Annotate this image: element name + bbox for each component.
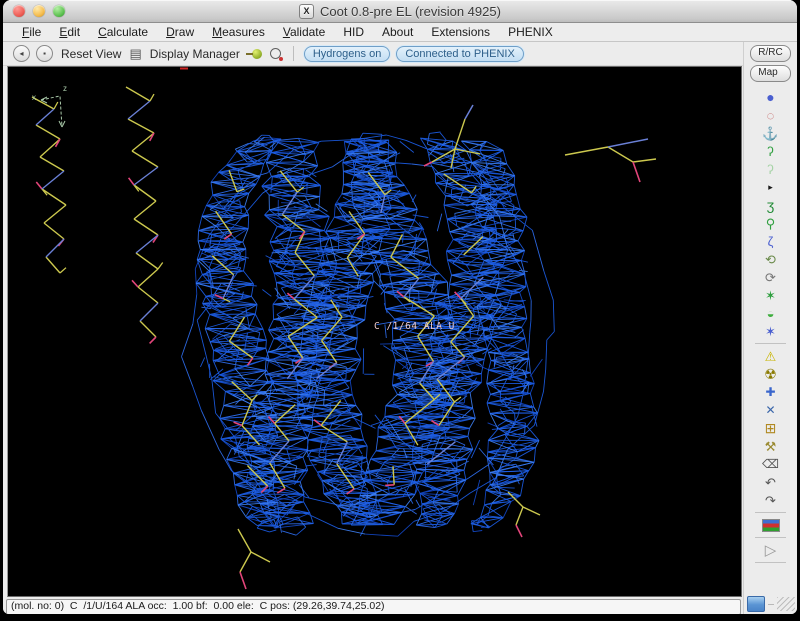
menu-item-draw[interactable]: Draw (157, 25, 203, 39)
scroll-thumb[interactable] (747, 596, 765, 612)
sidebar-separator (755, 343, 787, 344)
back-circle-button[interactable]: ◂ (13, 45, 30, 62)
stop-circle-button[interactable]: ▪ (36, 45, 53, 62)
menu-item-edit[interactable]: Edit (50, 25, 89, 39)
sidebar-separator (755, 537, 787, 538)
main-toolbar: ◂ ▪ Reset View ▤ Display Manager Hydroge… (3, 42, 743, 66)
menu-item-hid[interactable]: HID (334, 25, 373, 39)
magnifier-icon[interactable]: ⚲ (744, 214, 797, 232)
window-resize-grip[interactable] (777, 597, 795, 611)
window-title: Coot 0.8-pre EL (revision 4925) (320, 4, 501, 19)
3d-viewport[interactable]: x z C /1/64 ALA U (7, 66, 742, 597)
menu-item-phenix[interactable]: PHENIX (499, 25, 562, 39)
x11-app-icon: X (299, 4, 314, 19)
right-toolbar: R/RCMap ●◌⚓ʔʔ▸ʒ⚲ζ⟲⟳✶◒✶⚠☢✚✕⊞⚒⌫↶↷▷ (743, 42, 797, 614)
mutate-icon[interactable]: ✕ (744, 401, 797, 419)
menu-item-measures[interactable]: Measures (203, 25, 274, 39)
undo-icon[interactable]: ↶ (744, 473, 797, 491)
radiation-icon[interactable]: ☢ (744, 365, 797, 383)
blue-pinwheel-icon[interactable]: ✶ (744, 322, 797, 340)
go-to-atom-icon[interactable] (252, 49, 262, 59)
menu-item-file[interactable]: File (13, 25, 50, 39)
sphere-icon[interactable]: ● (744, 88, 797, 106)
status-text: (mol. no: 0) C /1/U/164 ALA occ: 1.00 bf… (6, 599, 741, 615)
title-bar: X Coot 0.8-pre EL (revision 4925) (3, 0, 797, 23)
residue-label: C /1/64 ALA U (374, 321, 455, 332)
phenix-connection-button[interactable]: Connected to PHENIX (396, 46, 523, 62)
svg-text:z: z (63, 84, 67, 93)
hydrogens-toggle-button[interactable]: Hydrogens on (304, 46, 391, 62)
r-rc-button[interactable]: R/RC (750, 45, 790, 62)
play-expander-icon[interactable]: ▷ (744, 541, 797, 559)
warning-balls-icon[interactable]: ⚠ (744, 347, 797, 365)
delete-item-icon[interactable]: ⌫ (744, 455, 797, 473)
ribbon-icon[interactable]: ʒ (744, 196, 797, 214)
menu-item-about[interactable]: About (373, 25, 422, 39)
add-terminal-residue-icon[interactable]: ✚ (744, 383, 797, 401)
anchor-icon[interactable]: ⚓ (744, 124, 797, 142)
menu-item-extensions[interactable]: Extensions (422, 25, 499, 39)
redo-icon[interactable]: ↷ (744, 491, 797, 509)
menu-item-validate[interactable]: Validate (274, 25, 335, 39)
expander-triangle-icon[interactable]: ▸ (744, 178, 797, 196)
svg-text:x: x (32, 93, 36, 102)
display-manager-icon: ▤ (129, 47, 141, 60)
app-window: X Coot 0.8-pre EL (revision 4925) FileEd… (3, 0, 797, 614)
menu-item-calculate[interactable]: Calculate (89, 25, 157, 39)
chi-angles-icon[interactable]: ⟳ (744, 268, 797, 286)
map-button[interactable]: Map (750, 65, 790, 82)
reset-view-button[interactable]: Reset View (59, 47, 123, 61)
sidebar-divider (768, 604, 774, 605)
dotted-circle-icon[interactable]: ◌ (744, 106, 797, 124)
menu-bar: FileEditCalculateDrawMeasuresValidateHID… (3, 23, 797, 42)
display-manager-button[interactable]: Display Manager (148, 47, 242, 61)
atom-figure-icon[interactable] (270, 48, 281, 59)
add-atom-icon[interactable]: ⊞ (744, 419, 797, 437)
brush-icon[interactable]: ⚒ (744, 437, 797, 455)
side-chain-flip-icon[interactable]: ◒ (744, 304, 797, 322)
blue-squiggle-icon[interactable]: ζ (744, 232, 797, 250)
toolbar-separator (293, 46, 294, 61)
status-bar: (mol. no: 0) C /1/U/164 ALA occ: 1.00 bf… (3, 597, 743, 614)
flag-icon[interactable] (744, 516, 797, 534)
rotamer-icon[interactable]: ⟲ (744, 250, 797, 268)
rotate-translate-zone-icon[interactable]: ʔ (744, 142, 797, 160)
pinwheel-icon[interactable]: ✶ (744, 286, 797, 304)
rotate-zone-icon[interactable]: ʔ (744, 160, 797, 178)
sidebar-separator (755, 512, 787, 513)
sidebar-separator (755, 562, 787, 563)
